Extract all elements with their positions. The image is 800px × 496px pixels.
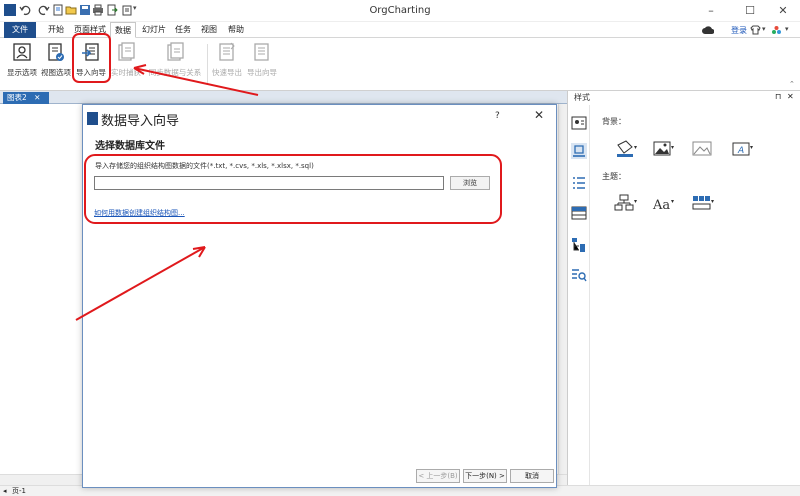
theme-layout-icon[interactable]: ▾ (614, 193, 638, 213)
ribbon-toolbar: 显示选项 视图选项 导入向导 实时捕获 同步数据与关系 快速导出 导出向导 ⌃ (0, 38, 800, 91)
document-tab-strip: 图表2 ✕ (0, 91, 567, 104)
menu-bar: 文件 开始 页面样式 数据 幻灯片 任务 视图 帮助 登录 ▾ ▾ (0, 22, 800, 38)
view-options-icon (48, 43, 64, 61)
view-options-label: 视图选项 (41, 68, 71, 77)
svg-text:▾: ▾ (671, 144, 674, 151)
org-tree-icon[interactable] (571, 237, 587, 253)
tab-home[interactable]: 开始 (44, 22, 68, 38)
dialog-app-icon (87, 112, 98, 125)
live-capture-label: 实时捕获 (111, 68, 141, 77)
display-options-label: 显示选项 (7, 68, 37, 77)
ribbon-separator (207, 44, 208, 84)
bg-image-icon[interactable]: ▾ (652, 139, 676, 159)
export-wizard-icon (254, 43, 269, 61)
theme-color-icon[interactable]: ▾ (691, 193, 715, 213)
dialog-title: 数据导入向导 (101, 114, 180, 129)
import-wizard-button[interactable]: 导入向导 (75, 42, 107, 86)
dialog-close-button[interactable]: ✕ (534, 108, 544, 122)
panel-close-icon[interactable]: ✕ (787, 92, 794, 101)
file-path-input[interactable] (94, 176, 444, 190)
tab-help[interactable]: 帮助 (225, 22, 247, 38)
display-options-icon (13, 43, 31, 61)
style-panel-tabs (568, 105, 590, 485)
import-wizard-dialog: 数据导入向导 ? ✕ 选择数据库文件 导入存储您的组织结构图数据的文件(*.tx… (82, 104, 557, 488)
tab-data[interactable]: 数据 (110, 22, 136, 38)
tab-slides[interactable]: 幻灯片 (140, 22, 168, 38)
colorful-app-icon[interactable] (771, 25, 782, 36)
quick-export-icon (219, 42, 235, 61)
file-description: 导入存储您的组织结构图数据的文件(*.txt, *.cvs, *.xls, *.… (95, 162, 314, 170)
tab-file[interactable]: 文件 (4, 22, 36, 38)
minimize-button[interactable]: – (696, 3, 726, 19)
login-link[interactable]: 登录 (731, 25, 747, 36)
cloud-icon[interactable] (702, 25, 714, 35)
prev-button[interactable]: < 上一步(B) (416, 469, 460, 483)
svg-text:A: A (737, 146, 744, 156)
browse-button[interactable]: 浏览 (450, 176, 490, 190)
bg-text-icon[interactable]: A ▾ (731, 139, 755, 159)
next-button[interactable]: 下一步(N) > (463, 469, 507, 483)
sync-data-icon (167, 42, 184, 61)
theme-font-icon[interactable]: Aa ▾ (652, 193, 676, 213)
ribbon-collapse-icon[interactable]: ⌃ (789, 80, 795, 88)
document-tab-close-icon[interactable]: ✕ (34, 93, 40, 102)
window-title: OrgCharting (369, 5, 431, 16)
export-wizard-label: 导出向导 (247, 68, 277, 77)
search-list-icon[interactable] (571, 267, 587, 283)
tab-view[interactable]: 视图 (198, 22, 220, 38)
document-tab[interactable]: 图表2 ✕ (3, 92, 49, 104)
display-options-button[interactable]: 显示选项 (6, 42, 38, 86)
live-capture-icon (118, 42, 135, 61)
table-icon[interactable] (571, 205, 587, 221)
quick-export-label: 快速导出 (212, 68, 242, 77)
shirt-icon[interactable] (750, 25, 761, 35)
title-bar: ▾ OrgCharting – ☐ ✕ (0, 0, 800, 22)
profile-card-icon[interactable] (571, 115, 587, 131)
cancel-button[interactable]: 取消 (510, 469, 554, 483)
how-to-link[interactable]: 如何用数据创建组织结构图... (94, 208, 185, 218)
svg-text:▾: ▾ (711, 198, 714, 205)
svg-text:▾: ▾ (750, 144, 753, 151)
svg-text:▾: ▾ (634, 198, 637, 205)
app-dropdown-icon[interactable]: ▾ (785, 25, 789, 33)
paint-bucket-icon[interactable] (571, 143, 587, 159)
list-layout-icon[interactable] (571, 175, 587, 191)
svg-text:▾: ▾ (671, 198, 674, 205)
live-capture-button[interactable]: 实时捕获 (110, 42, 142, 86)
import-wizard-label: 导入向导 (76, 68, 106, 77)
bg-fill-icon[interactable]: ▾ (614, 139, 638, 159)
document-tab-label: 图表2 (7, 93, 27, 102)
shirt-dropdown-icon[interactable]: ▾ (762, 25, 766, 33)
vertical-scrollbar[interactable] (558, 104, 567, 474)
background-label: 背景： (602, 117, 626, 126)
export-wizard-button[interactable]: 导出向导 (245, 42, 279, 86)
sync-data-label: 同步数据与关系 (148, 68, 202, 77)
dialog-help-button[interactable]: ? (495, 111, 500, 121)
import-wizard-icon (82, 43, 99, 61)
theme-label: 主题： (602, 172, 626, 181)
tab-page-style[interactable]: 页面样式 (72, 22, 108, 38)
style-panel: 样式 ⊓ ✕ 背景： ▾ ▾ A ▾ 主题： ▾ Aa ▾ ▾ (567, 91, 800, 485)
sync-data-button[interactable]: 同步数据与关系 (146, 42, 204, 86)
style-panel-title: 样式 (574, 93, 590, 102)
bg-picture-icon[interactable] (691, 139, 715, 159)
view-options-button[interactable]: 视图选项 (40, 42, 72, 86)
close-window-button[interactable]: ✕ (768, 3, 798, 19)
svg-text:▾: ▾ (634, 144, 637, 151)
svg-text:Aa: Aa (652, 198, 670, 213)
dialog-subtitle: 选择数据库文件 (95, 141, 165, 152)
quick-export-button[interactable]: 快速导出 (210, 42, 244, 86)
maximize-button[interactable]: ☐ (735, 3, 765, 19)
page-indicator[interactable]: 页-1 (12, 486, 26, 496)
panel-pin-icon[interactable]: ⊓ (775, 92, 781, 101)
tab-tasks[interactable]: 任务 (172, 22, 194, 38)
page-nav-icon[interactable]: ◂ (3, 486, 7, 496)
